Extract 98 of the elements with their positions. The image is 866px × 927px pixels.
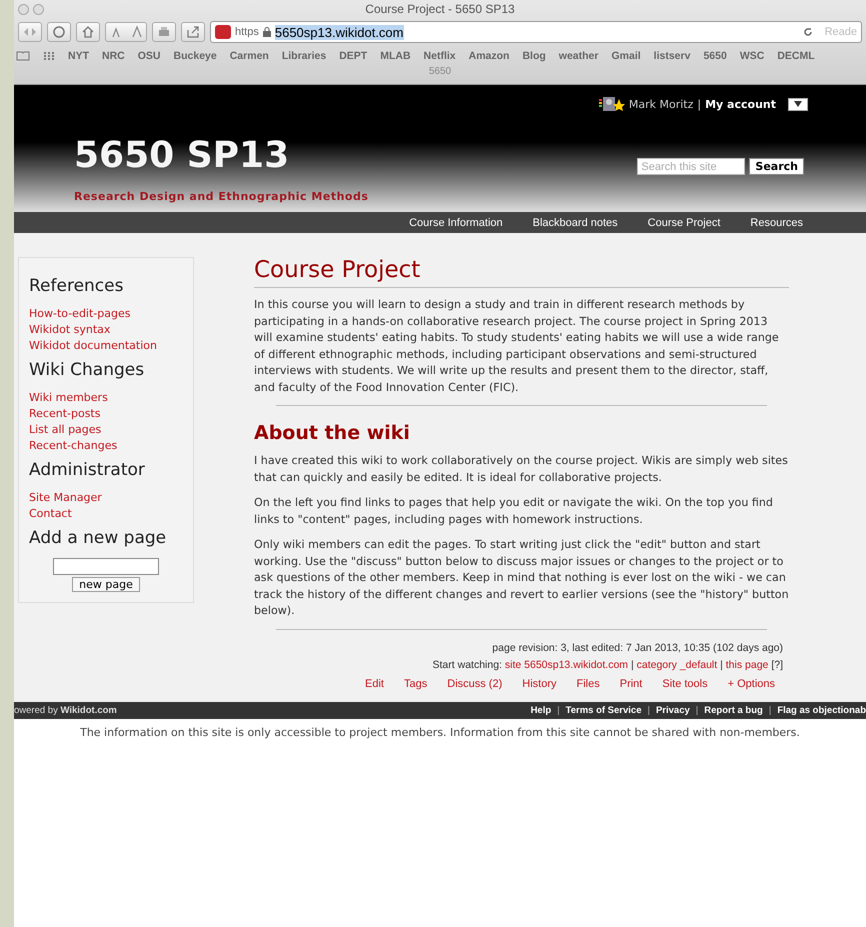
watch-link[interactable]: site 5650sp13.wikidot.com	[504, 658, 628, 670]
page-name-field[interactable]	[53, 558, 159, 575]
bookmark-link[interactable]: 5650	[703, 50, 727, 62]
home-icon	[81, 25, 95, 39]
bookmark-link[interactable]: Netflix	[424, 50, 456, 62]
bookmark-link[interactable]: DEPT	[339, 50, 368, 62]
bookmark-link[interactable]: weather	[558, 50, 598, 62]
sidebar-link[interactable]: Contact	[29, 506, 183, 522]
bookmark-link[interactable]: listserv	[654, 50, 690, 62]
text-size-button[interactable]	[105, 22, 147, 42]
powered-by-text: owered by Wikidot.com	[14, 704, 118, 716]
nav-link[interactable]: Course Information	[394, 216, 518, 228]
bookmark-link[interactable]: Blog	[522, 50, 546, 62]
site-favicon-icon	[215, 25, 231, 39]
separator-text: |	[719, 658, 724, 670]
bookmark-link[interactable]: Buckeye	[174, 50, 217, 62]
separator-text: |	[556, 704, 561, 716]
search-button[interactable]: Search	[749, 158, 804, 175]
sidebar-link[interactable]: Site Manager	[29, 490, 183, 506]
back-forward-button[interactable]	[18, 22, 42, 42]
sidebar-heading: Add a new page	[29, 528, 168, 548]
page-action-link[interactable]: Discuss (2)	[447, 678, 502, 690]
revision-info: page revision: 3, last edited: 7 Jan 2013, 10:35 (102 days ago)	[491, 640, 783, 656]
sidebar-link[interactable]: Recent-changes	[29, 438, 183, 454]
bookmark-link[interactable]: Gmail	[611, 50, 641, 62]
nav-link[interactable]: Course Project	[632, 216, 736, 228]
separator-text: |	[646, 704, 651, 716]
bookmark-link[interactable]: Amazon	[468, 50, 510, 62]
lock-icon	[262, 27, 271, 37]
page-action-link[interactable]: Tags	[404, 678, 428, 690]
nav-link[interactable]: Resources	[735, 216, 818, 228]
bookmark-link[interactable]: NYT	[68, 50, 89, 62]
printer-icon	[157, 25, 171, 39]
sidebar-link[interactable]: List all pages	[29, 422, 183, 438]
bookmark-link[interactable]: OSU	[138, 50, 161, 62]
caret-icon	[794, 101, 802, 107]
account-link[interactable]: My account	[705, 98, 776, 110]
sidebar-heading: References	[29, 276, 124, 296]
page-action-link[interactable]: Edit	[365, 678, 384, 690]
url-scheme: https	[235, 26, 259, 38]
user-avatar-icon	[598, 97, 625, 111]
site-subtitle: Research Design and Ethnographic Methods	[74, 190, 370, 203]
print-button[interactable]	[152, 22, 176, 42]
body-paragraph: I have created this wiki to work collaboratively on the course project. Wikis are simply web sites that can quickly and easily be edited. It is ideal for collaborative projects.	[254, 453, 789, 486]
bookmark-link[interactable]: Carmen	[230, 50, 269, 62]
page-title: Course Project	[254, 257, 789, 288]
sidebar-link[interactable]: How-to-edit-pages	[29, 306, 183, 322]
watching-label: Start watching:	[432, 658, 502, 670]
sidebar-heading: Administrator	[29, 460, 146, 480]
new-page-button[interactable]: new page	[72, 577, 140, 592]
page-action-link[interactable]: Site tools	[662, 678, 708, 690]
footer-link[interactable]: Terms of Service	[566, 704, 642, 716]
sidebar-heading: Wiki Changes	[29, 360, 146, 380]
section-heading: About the wiki	[254, 422, 411, 444]
search-field[interactable]: Search this site	[637, 158, 746, 175]
page-action-link[interactable]: Print	[620, 678, 642, 690]
sidebar-link[interactable]: Wikidot syntax	[29, 322, 183, 338]
share-icon	[186, 25, 200, 39]
separator-text: |	[694, 704, 700, 716]
page-action-link[interactable]: + Options	[728, 678, 775, 690]
bookmark-link[interactable]: Libraries	[282, 50, 326, 62]
window-title: Course Project - 5650 SP13	[364, 2, 516, 16]
page-action-link[interactable]: History	[522, 678, 556, 690]
separator-text: |	[697, 98, 702, 110]
history-button[interactable]	[47, 22, 71, 42]
watch-link[interactable]: category _default	[636, 658, 718, 670]
account-dropdown-button[interactable]	[788, 98, 808, 110]
body-paragraph: Only wiki members can edit the pages. To start writing just click the "edit" button and start working. Use the "discuss" button below to discuss major issues or changes to the project or to ask questions of the other members. Keep in mind that nothing is ever lost on the wiki - we can track the history of the different changes and revert to earlier versions (see the "history" button below).	[254, 537, 789, 619]
footer-link[interactable]: Help	[530, 704, 552, 716]
user-name: Mark Moritz	[628, 98, 694, 110]
nav-link[interactable]: Blackboard notes	[518, 216, 633, 228]
bookmark-link[interactable]: WSC	[740, 50, 764, 62]
watch-link[interactable]: this page	[726, 658, 768, 670]
home-button[interactable]	[76, 22, 100, 42]
url-host: 5650sp13.wikidot.com	[274, 24, 404, 40]
access-notice: The information on this site is only accessible to project members. Information from this site cannot be shared with non-members.	[79, 724, 801, 740]
sidebar-link[interactable]: Wiki members	[29, 390, 183, 406]
sidebar-link[interactable]: Recent-posts	[29, 406, 183, 422]
site-title: 5650 SP13	[74, 135, 290, 176]
separator-text: |	[768, 704, 772, 716]
sidebar-link[interactable]: Wikidot documentation	[29, 338, 183, 354]
grid-icon[interactable]	[43, 51, 55, 61]
address-field[interactable]: https 5650sp13.wikidot.com Reade	[210, 21, 862, 43]
bookmark-link[interactable]: DECML	[777, 50, 815, 62]
footer-link[interactable]: Flag as objectionab	[777, 704, 866, 716]
page-action-link[interactable]: Files	[576, 678, 600, 690]
close-icon[interactable]	[18, 4, 29, 14]
body-paragraph: On the left you find links to pages that help you edit or navigate the wiki. On the top you find links to "content" pages, including pages with homework instructions.	[254, 495, 774, 528]
share-button[interactable]	[181, 22, 205, 42]
intro-paragraph: In this course you will learn to design a study and train in different research methods by participating in a hands-on collaborative research project. The course project in Spring 2013 will examine students' eating habits. To study students' eating habits we will use a wide range of different ethnographic methods, including participant observations and semi-structured interviews with students. We will write up the results and present them to the director, staff, and faculty of the Food Innovation Center (FIC).	[254, 297, 780, 396]
help-link[interactable]: [?]	[771, 658, 783, 670]
separator-text: |	[630, 658, 635, 670]
bookmark-link[interactable]: NRC	[102, 50, 125, 62]
footer-link[interactable]: Privacy	[656, 704, 690, 716]
reload-icon[interactable]	[802, 27, 813, 37]
minimize-icon[interactable]	[33, 4, 44, 14]
footer-link[interactable]: Report a bug	[704, 704, 763, 716]
bookmark-link[interactable]: MLAB	[380, 50, 411, 62]
